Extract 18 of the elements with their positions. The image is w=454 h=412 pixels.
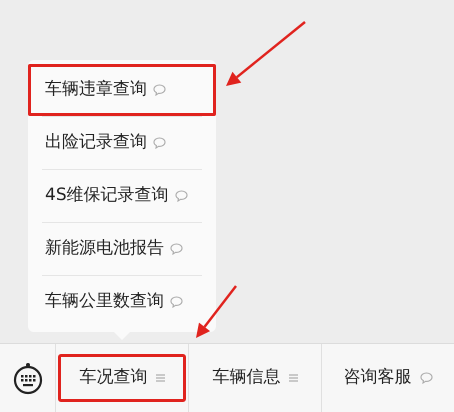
menu-button[interactable]: 车辆信息 xyxy=(191,354,319,402)
chat-bubble-icon xyxy=(174,190,188,202)
keyboard-icon[interactable] xyxy=(12,361,42,395)
chat-bubble-icon xyxy=(153,137,166,149)
menu-button[interactable]: 车况查询 xyxy=(58,354,186,402)
chat-bubble-icon xyxy=(420,372,432,384)
menu-item[interactable]: 新能源电池报告 xyxy=(28,223,216,275)
menu-item[interactable]: 出险记录查询 xyxy=(28,117,216,169)
annotation-arrow xyxy=(196,285,237,338)
menu-icon xyxy=(288,373,298,383)
chat-bubble-icon xyxy=(170,243,183,255)
menu-icon xyxy=(156,373,164,383)
menu-item[interactable]: 车辆公里数查询 xyxy=(28,276,216,328)
chat-bubble-icon xyxy=(170,296,183,308)
menu-item[interactable]: 4S维保记录查询 xyxy=(28,170,216,222)
menu-item[interactable]: 车辆违章查询 xyxy=(28,64,216,116)
menu-button[interactable]: 咨询客服 xyxy=(324,354,452,402)
chat-bubble-icon xyxy=(153,84,166,96)
